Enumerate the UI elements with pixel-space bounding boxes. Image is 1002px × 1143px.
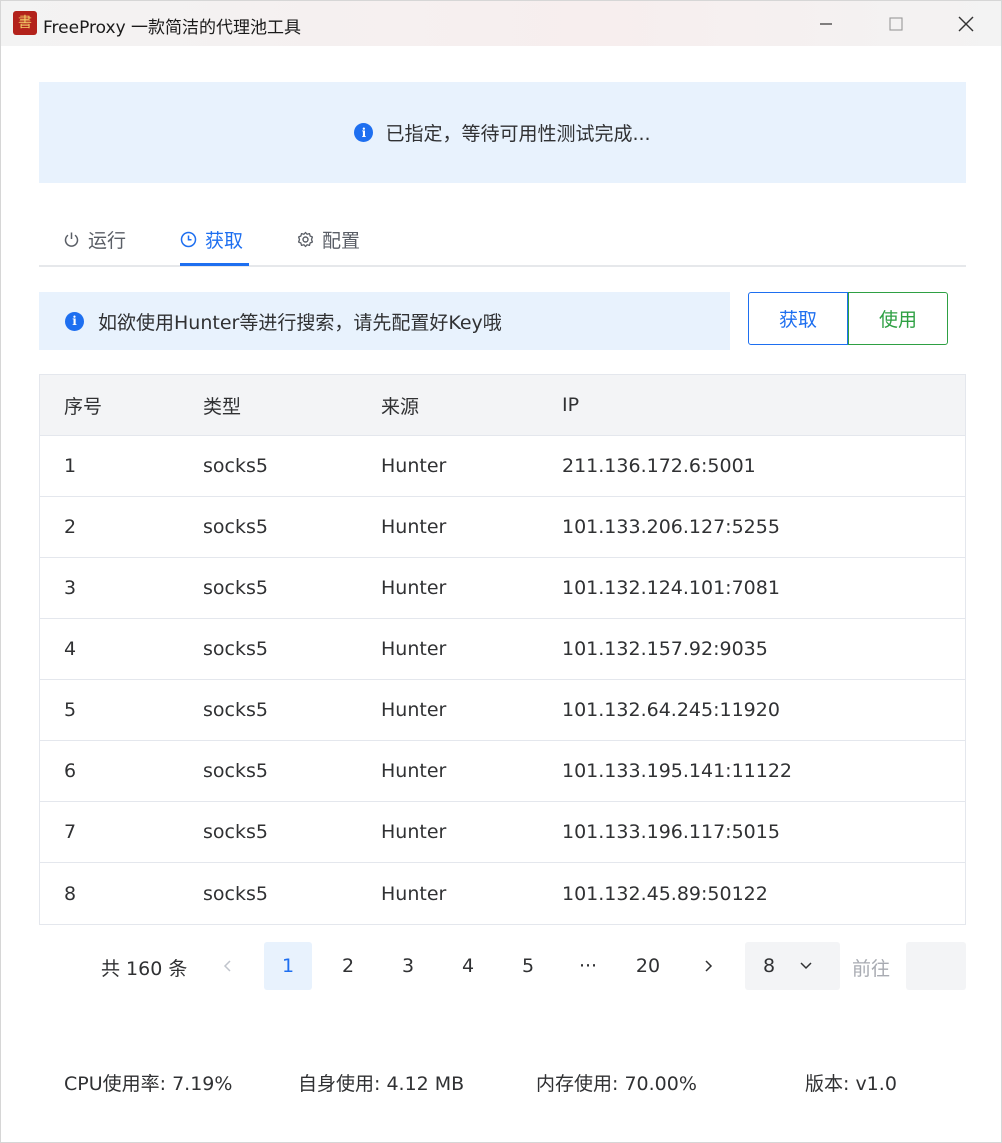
- cell-index: 8: [64, 882, 77, 905]
- cell-source: Hunter: [381, 882, 447, 905]
- self-usage-text: 自身使用: 4.12 MB: [298, 1073, 465, 1095]
- cpu-usage-text: CPU使用率: 7.19%: [64, 1073, 233, 1095]
- cell-index: 4: [64, 638, 77, 660]
- cell-ip: 101.132.64.245:11920: [562, 699, 780, 721]
- active-tab-indicator: [180, 263, 249, 266]
- table-header: 序号 类型 来源 IP: [40, 375, 965, 436]
- prev-page-button[interactable]: [204, 942, 252, 990]
- cell-index: 2: [64, 516, 77, 538]
- chevron-left-icon: [223, 960, 231, 972]
- cell-source: Hunter: [381, 577, 447, 599]
- page-size-select[interactable]: 8: [745, 942, 840, 990]
- cell-index: 6: [64, 760, 77, 782]
- clock-icon: [180, 231, 197, 247]
- window-title: FreeProxy 一款简洁的代理池工具: [43, 18, 302, 38]
- next-page-button[interactable]: [684, 942, 732, 990]
- page-button-2[interactable]: 2: [324, 942, 372, 990]
- app-window: 書 FreeProxy 一款简洁的代理池工具 i 已指定，等待可用性测试完成..…: [0, 0, 1002, 1143]
- page-button-5[interactable]: 5: [504, 942, 552, 990]
- tab-run-label: 运行: [88, 229, 127, 252]
- minimize-button[interactable]: [791, 1, 861, 46]
- cell-source: Hunter: [381, 699, 447, 721]
- cell-type: socks5: [203, 699, 268, 721]
- cell-source: Hunter: [381, 638, 447, 660]
- cell-type: socks5: [203, 638, 268, 660]
- info-icon: i: [65, 311, 84, 331]
- cell-ip: 101.133.196.117:5015: [562, 821, 780, 843]
- title-bar: 書 FreeProxy 一款简洁的代理池工具: [1, 1, 1001, 46]
- cell-type: socks5: [203, 516, 268, 538]
- cell-index: 1: [64, 455, 77, 477]
- maximize-icon: [889, 16, 903, 31]
- goto-label: 前往: [852, 958, 891, 980]
- cell-type: socks5: [203, 821, 268, 843]
- cell-source: Hunter: [381, 516, 447, 538]
- table-row[interactable]: 5 socks5 Hunter 101.132.64.245:11920: [40, 680, 965, 741]
- chevron-right-icon: [705, 960, 713, 972]
- cell-source: Hunter: [381, 821, 447, 843]
- page-button-3[interactable]: 3: [384, 942, 432, 990]
- info-icon: i: [354, 123, 374, 142]
- cell-index: 3: [64, 577, 77, 599]
- tab-run[interactable]: 运行: [63, 213, 126, 265]
- pagination: 共 160 条 1 2 3 4 5 ··· 20 8 前往: [39, 942, 966, 990]
- cell-type: socks5: [203, 577, 268, 599]
- cell-ip: 101.132.45.89:50122: [562, 882, 768, 905]
- page-size-value: 8: [763, 955, 776, 977]
- tab-fetch-label: 获取: [205, 229, 244, 252]
- chevron-down-icon: [800, 962, 812, 970]
- cell-type: socks5: [203, 882, 268, 905]
- cell-ip: 211.136.172.6:5001: [562, 455, 756, 477]
- cell-ip: 101.133.195.141:11122: [562, 760, 793, 782]
- tab-config[interactable]: 配置: [297, 213, 360, 265]
- tab-fetch[interactable]: 获取: [180, 213, 243, 265]
- table-row[interactable]: 7 socks5 Hunter 101.133.196.117:5015: [40, 802, 965, 863]
- cell-index: 7: [64, 821, 77, 843]
- column-header-source: 来源: [381, 395, 420, 418]
- memory-usage-text: 内存使用: 70.00%: [536, 1073, 697, 1095]
- table-row[interactable]: 1 socks5 Hunter 211.136.172.6:5001: [40, 436, 965, 497]
- table-row[interactable]: 8 socks5 Hunter 101.132.45.89:50122: [40, 863, 965, 924]
- version-text: 版本: v1.0: [805, 1073, 897, 1095]
- status-alert-text: 已指定，等待可用性测试完成...: [385, 123, 651, 145]
- pagination-total: 共 160 条: [101, 958, 188, 980]
- power-icon: [64, 232, 79, 247]
- close-icon: [958, 16, 974, 31]
- app-logo-icon: 書: [13, 11, 37, 35]
- cell-source: Hunter: [381, 760, 447, 782]
- table-row[interactable]: 4 socks5 Hunter 101.132.157.92:9035: [40, 619, 965, 680]
- page-button-20[interactable]: 20: [624, 942, 672, 990]
- column-header-index: 序号: [64, 395, 103, 418]
- page-button-1[interactable]: 1: [264, 942, 312, 990]
- cell-source: Hunter: [381, 455, 447, 477]
- table-row[interactable]: 2 socks5 Hunter 101.133.206.127:5255: [40, 497, 965, 558]
- tab-config-label: 配置: [322, 229, 361, 252]
- status-alert: i 已指定，等待可用性测试完成...: [39, 82, 966, 183]
- goto-page-input[interactable]: [906, 942, 966, 990]
- use-button[interactable]: 使用: [848, 292, 948, 345]
- column-header-type: 类型: [203, 395, 242, 418]
- fetch-button[interactable]: 获取: [748, 292, 848, 345]
- maximize-button[interactable]: [861, 1, 931, 46]
- page-button-4[interactable]: 4: [444, 942, 492, 990]
- hint-alert-text: 如欲使用Hunter等进行搜索，请先配置好Key哦: [98, 311, 502, 334]
- cell-type: socks5: [203, 760, 268, 782]
- gear-icon: [297, 231, 314, 247]
- table-row[interactable]: 3 socks5 Hunter 101.132.124.101:7081: [40, 558, 965, 619]
- cell-index: 5: [64, 699, 77, 721]
- cell-type: socks5: [203, 455, 268, 477]
- hint-alert: i 如欲使用Hunter等进行搜索，请先配置好Key哦: [39, 292, 730, 350]
- proxy-table: 序号 类型 来源 IP 1 socks5 Hunter 211.136.172.…: [39, 374, 966, 925]
- minimize-icon: [820, 22, 832, 25]
- cell-ip: 101.132.157.92:9035: [562, 638, 768, 660]
- page-ellipsis-button[interactable]: ···: [564, 942, 612, 990]
- column-header-ip: IP: [562, 394, 580, 416]
- close-button[interactable]: [931, 1, 1001, 46]
- cell-ip: 101.132.124.101:7081: [562, 577, 780, 599]
- table-row[interactable]: 6 socks5 Hunter 101.133.195.141:11122: [40, 741, 965, 802]
- tab-bar: 运行 获取 配置: [39, 213, 966, 267]
- cell-ip: 101.133.206.127:5255: [562, 516, 780, 538]
